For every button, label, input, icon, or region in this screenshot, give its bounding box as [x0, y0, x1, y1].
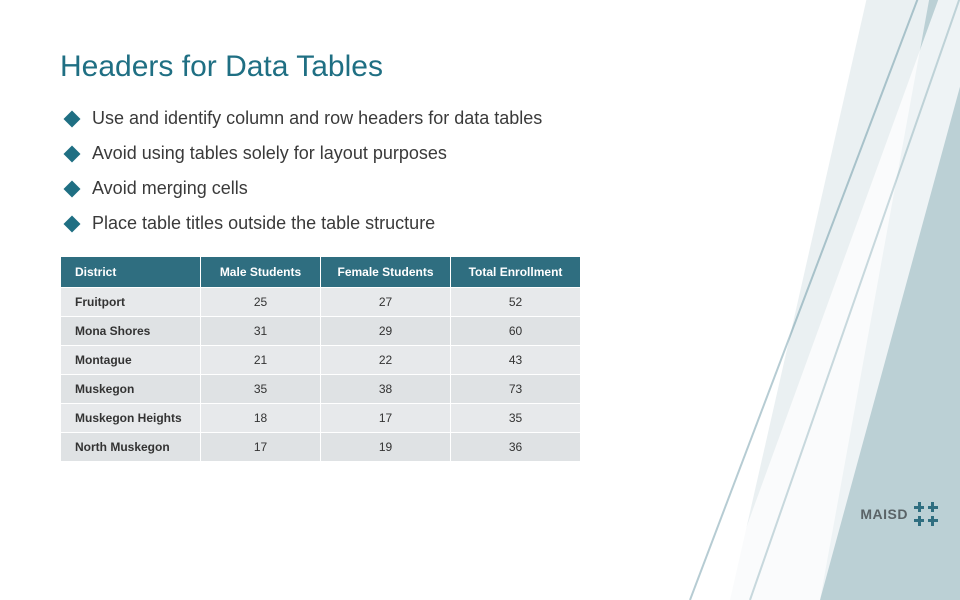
slide: Headers for Data Tables Use and identify… — [0, 0, 960, 540]
logo-text: MAISD — [860, 506, 908, 522]
list-item: Place table titles outside the table str… — [66, 213, 900, 234]
cell-district: Muskegon Heights — [61, 404, 201, 433]
cell-female: 27 — [321, 288, 451, 317]
bullet-text: Place table titles outside the table str… — [92, 213, 435, 234]
col-header-total: Total Enrollment — [451, 257, 581, 288]
diamond-icon — [64, 110, 81, 127]
cell-female: 22 — [321, 346, 451, 375]
table-row: North Muskegon 17 19 36 — [61, 433, 581, 462]
table-row: Muskegon Heights 18 17 35 — [61, 404, 581, 433]
cell-female: 29 — [321, 317, 451, 346]
logo-mark-icon — [914, 502, 938, 526]
bullet-text: Use and identify column and row headers … — [92, 108, 542, 129]
cell-female: 19 — [321, 433, 451, 462]
enrollment-table: District Male Students Female Students T… — [60, 256, 581, 462]
cell-total: 36 — [451, 433, 581, 462]
col-header-male: Male Students — [201, 257, 321, 288]
table-row: Mona Shores 31 29 60 — [61, 317, 581, 346]
cell-male: 21 — [201, 346, 321, 375]
cell-male: 18 — [201, 404, 321, 433]
list-item: Avoid merging cells — [66, 178, 900, 199]
list-item: Avoid using tables solely for layout pur… — [66, 143, 900, 164]
cell-total: 35 — [451, 404, 581, 433]
cell-district: Fruitport — [61, 288, 201, 317]
cell-district: North Muskegon — [61, 433, 201, 462]
table-row: Fruitport 25 27 52 — [61, 288, 581, 317]
cell-male: 25 — [201, 288, 321, 317]
cell-female: 17 — [321, 404, 451, 433]
diamond-icon — [64, 215, 81, 232]
page-title: Headers for Data Tables — [60, 50, 900, 84]
cell-district: Mona Shores — [61, 317, 201, 346]
cell-male: 31 — [201, 317, 321, 346]
table-row: Montague 21 22 43 — [61, 346, 581, 375]
cell-male: 17 — [201, 433, 321, 462]
cell-district: Muskegon — [61, 375, 201, 404]
cell-total: 73 — [451, 375, 581, 404]
cell-total: 52 — [451, 288, 581, 317]
bullet-text: Avoid merging cells — [92, 178, 248, 199]
col-header-district: District — [61, 257, 201, 288]
cell-male: 35 — [201, 375, 321, 404]
diamond-icon — [64, 180, 81, 197]
header-row: District Male Students Female Students T… — [61, 257, 581, 288]
logo: MAISD — [860, 502, 938, 526]
diamond-icon — [64, 145, 81, 162]
col-header-female: Female Students — [321, 257, 451, 288]
cell-total: 43 — [451, 346, 581, 375]
cell-female: 38 — [321, 375, 451, 404]
list-item: Use and identify column and row headers … — [66, 108, 900, 129]
bullet-text: Avoid using tables solely for layout pur… — [92, 143, 447, 164]
table-row: Muskegon 35 38 73 — [61, 375, 581, 404]
bullet-list: Use and identify column and row headers … — [66, 108, 900, 234]
cell-district: Montague — [61, 346, 201, 375]
cell-total: 60 — [451, 317, 581, 346]
